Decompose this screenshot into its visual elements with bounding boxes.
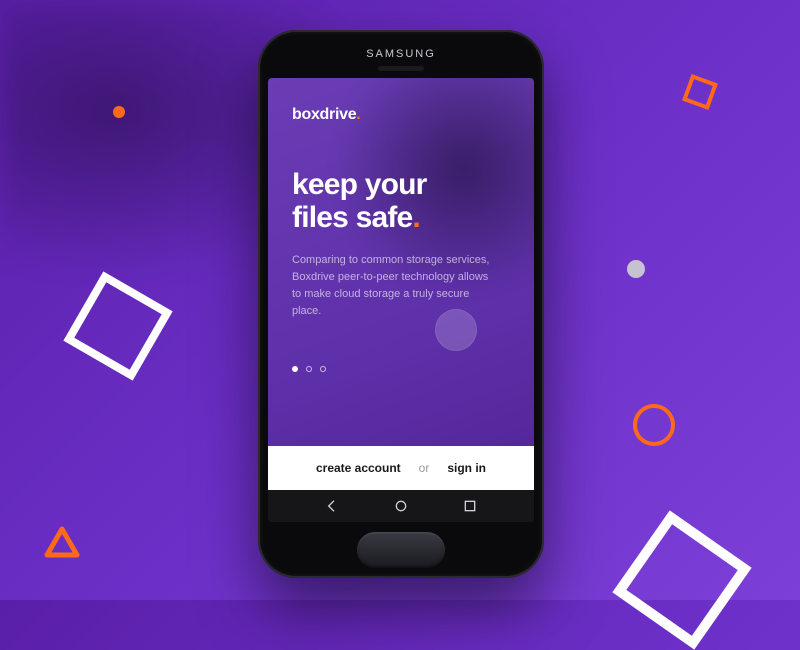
- decor-circle-orange: [633, 404, 675, 446]
- or-separator: or: [419, 461, 430, 475]
- phone-brand-label: SAMSUNG: [258, 48, 544, 60]
- android-nav-bar: [268, 490, 534, 522]
- create-account-button[interactable]: create account: [316, 461, 401, 475]
- pager-dot-1[interactable]: [292, 366, 298, 372]
- headline-line-1: keep your: [292, 168, 427, 201]
- action-bar: create account or sign in: [268, 446, 534, 490]
- headline-line-2: files safe: [292, 201, 412, 234]
- decor-dot-grey: [627, 260, 645, 278]
- phone-speaker: [378, 66, 424, 71]
- home-icon[interactable]: [390, 495, 412, 517]
- pager-dot-3[interactable]: [320, 366, 326, 372]
- decor-square-orange: [682, 74, 718, 110]
- app-logo: boxdrive.: [292, 106, 510, 124]
- onboarding-content: boxdrive. keep your files safe. Comparin…: [268, 78, 534, 446]
- decor-triangle-orange: [44, 526, 80, 558]
- phone-screen: boxdrive. keep your files safe. Comparin…: [268, 78, 534, 522]
- phone-home-button[interactable]: [357, 532, 445, 568]
- sign-in-button[interactable]: sign in: [447, 461, 486, 475]
- decor-dot-orange: [113, 106, 125, 118]
- app-logo-text: boxdrive: [292, 106, 356, 123]
- recent-apps-icon[interactable]: [459, 495, 481, 517]
- back-icon[interactable]: [321, 495, 343, 517]
- pager-dot-2[interactable]: [306, 366, 312, 372]
- phone-device-frame: SAMSUNG boxdrive. keep your files safe. …: [258, 30, 544, 578]
- headline: keep your files safe.: [292, 168, 510, 234]
- touch-indicator-icon: [436, 310, 476, 350]
- decor-square-white-bottom: [612, 510, 751, 649]
- decor-square-white-left: [63, 271, 172, 380]
- headline-dot: .: [412, 201, 420, 234]
- page-indicator[interactable]: [292, 366, 326, 372]
- app-logo-dot: .: [356, 106, 360, 123]
